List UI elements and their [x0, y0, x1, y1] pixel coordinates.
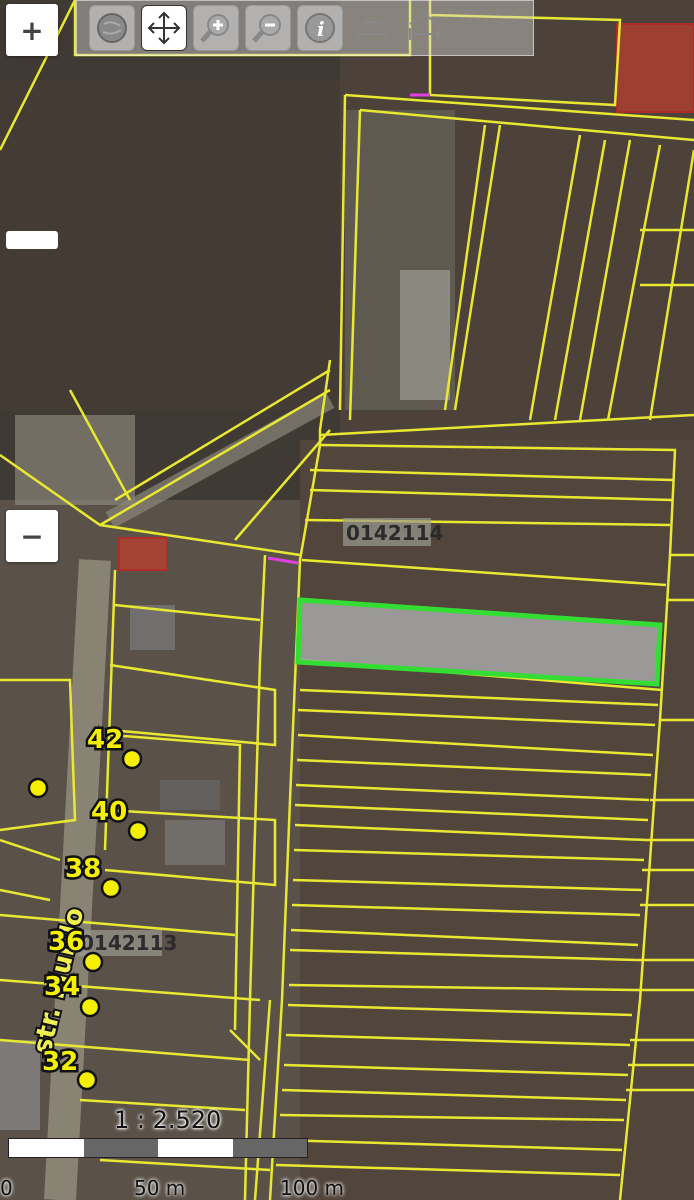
address-point[interactable] [127, 820, 149, 842]
pan-icon [147, 11, 181, 45]
pan-tool-button[interactable] [141, 5, 187, 51]
zoom-in-label: + [20, 13, 44, 47]
zoom-in-icon [200, 14, 229, 43]
zoom-slider-handle[interactable] [6, 231, 58, 249]
zoom-out-tool-button[interactable] [245, 5, 291, 51]
info-icon: i [305, 13, 335, 43]
zoom-in-tool-button[interactable] [193, 5, 239, 51]
zoom-out-button[interactable]: − [6, 510, 58, 562]
map-canvas[interactable]: 0142114 0142113 str. Murilo 42 40 38 36 … [0, 0, 694, 1200]
zoom-in-button[interactable]: + [6, 4, 58, 56]
measure-length-tool-button[interactable] [349, 5, 395, 51]
scale-label-100m: 100 m [280, 1176, 345, 1200]
scale-label-50m: 50 m [134, 1176, 186, 1200]
globe-tool-button[interactable] [89, 5, 135, 51]
map-toolbar: i [76, 0, 534, 56]
parcel-label-0142113: 0142113 [80, 931, 177, 955]
globe-icon [97, 13, 127, 43]
house-number: 34 [44, 972, 80, 1002]
parcel-label-0142114: 0142114 [346, 521, 443, 545]
address-point[interactable] [82, 951, 104, 973]
measure-area-icon [409, 12, 439, 40]
scale-label-0: 0 [0, 1176, 13, 1200]
house-number: 36 [48, 927, 84, 957]
info-tool-button[interactable]: i [297, 5, 343, 51]
house-number: 42 [87, 725, 123, 755]
address-point[interactable] [121, 748, 143, 770]
scale-ratio: 1 : 2.520 [114, 1106, 222, 1134]
address-point[interactable] [76, 1069, 98, 1091]
address-point[interactable] [100, 877, 122, 899]
zoom-out-label: − [20, 519, 44, 553]
house-number: 32 [42, 1047, 78, 1077]
measure-area-tool-button[interactable] [401, 5, 447, 51]
address-point[interactable] [27, 777, 49, 799]
house-number: 40 [91, 797, 127, 827]
house-number: 38 [65, 854, 101, 884]
address-point[interactable] [79, 996, 101, 1018]
zoom-out-icon [252, 14, 281, 43]
scale-bar [8, 1138, 308, 1158]
svg-text:i: i [317, 17, 325, 41]
measure-length-icon [357, 18, 387, 40]
